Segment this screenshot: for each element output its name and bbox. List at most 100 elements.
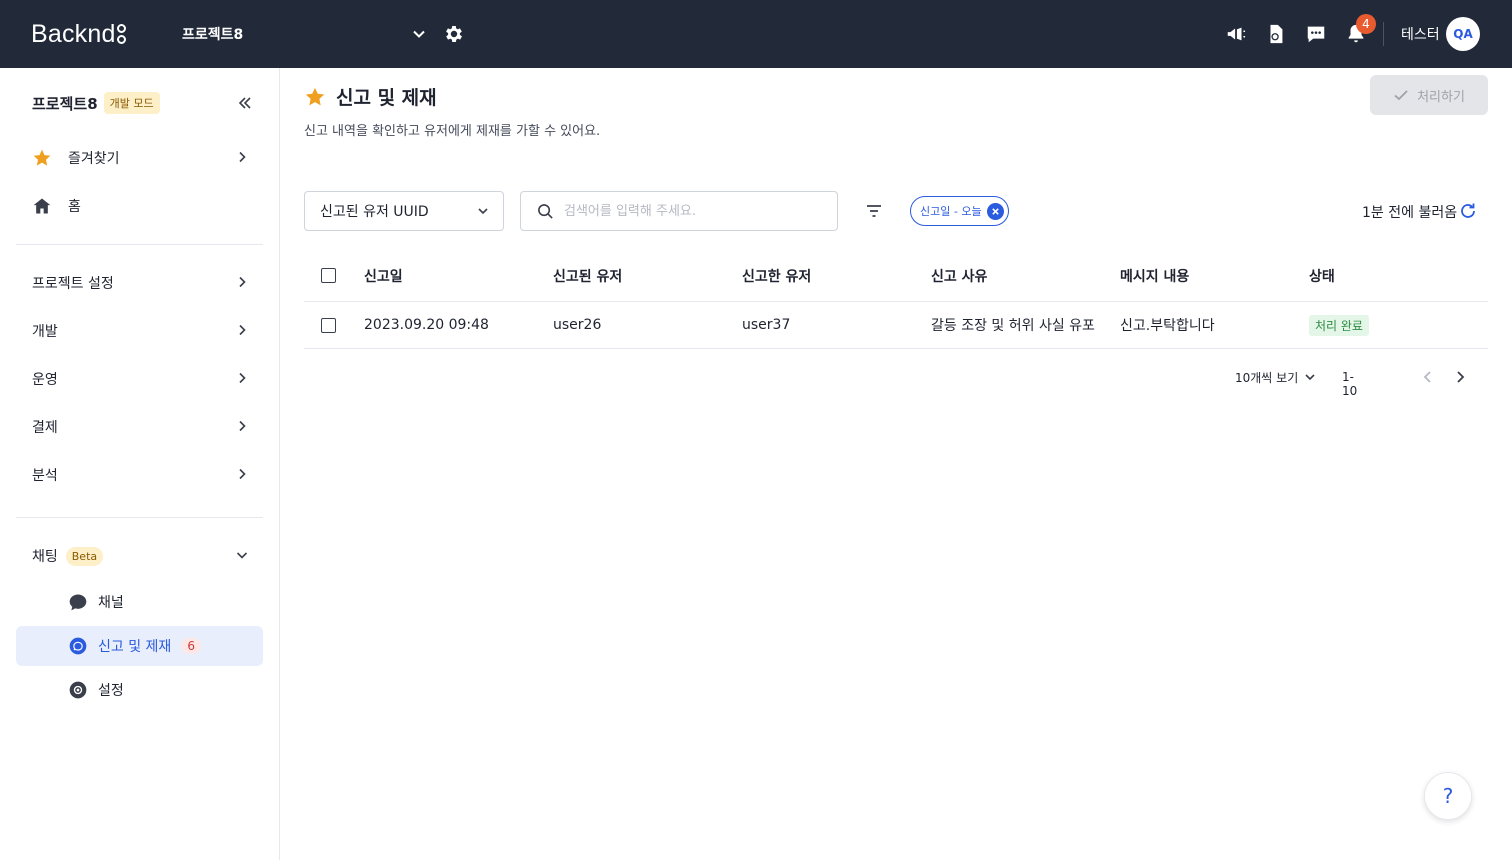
check-icon [1394,90,1408,101]
sidebar: 프로젝트8 개발 모드 즐겨찾기 홈 프로젝트 설정 개발 운영 결제 분석 채… [0,68,280,860]
sidebar-item-label: 설정 [98,683,124,699]
sidebar-divider [16,244,263,245]
per-page-label: 10개씩 보기 [1235,370,1299,385]
page-range: 1-10 [1342,370,1358,398]
sidebar-item-channel[interactable]: 채널 [16,582,263,622]
search-icon [538,203,553,219]
beta-badge: Beta [65,546,104,566]
top-bar: Backnd 프로젝트8 4 테스터 QA [0,0,1512,68]
pagination: 10개씩 보기 1-10 [1235,366,1465,398]
chevron-right-icon [239,151,246,163]
per-page-select[interactable]: 10개씩 보기 [1235,369,1316,386]
sidebar-item-development[interactable]: 개발 [16,311,263,351]
sidebar-item-reports[interactable]: 신고 및 제재 6 [16,626,263,666]
sidebar-item-label: 운영 [32,372,58,388]
project-name: 프로젝트8 [182,27,244,43]
sidebar-item-label: 채팅 [32,549,58,565]
sidebar-item-label: 프로젝트 설정 [32,276,114,292]
logo-mark-icon [116,24,126,44]
logo[interactable]: Backnd [31,20,126,48]
project-settings-gear-icon[interactable] [443,23,465,45]
status-badge: 처리 완료 [1309,314,1369,336]
chevron-right-icon [239,276,246,288]
sidebar-item-analytics[interactable]: 분석 [16,455,263,495]
report-chat-icon [68,636,88,656]
chevron-down-icon [236,552,248,559]
previous-page-icon[interactable] [1420,369,1436,385]
document-money-icon[interactable] [1265,23,1287,45]
refresh-icon[interactable] [1458,201,1478,221]
dev-mode-badge: 개발 모드 [103,92,160,114]
sidebar-header: 프로젝트8 개발 모드 [32,92,160,114]
top-divider [1383,22,1384,46]
column-header-status[interactable]: 상태 [1309,266,1488,286]
sidebar-item-label: 홈 [68,199,81,215]
cell-report-date: 2023.09.20 09:48 [364,317,489,333]
column-header-reported-user[interactable]: 신고된 유저 [553,266,742,286]
table-header-row: 신고일 신고된 유저 신고한 유저 신고 사유 메시지 내용 상태 [304,250,1488,302]
process-button-label: 처리하기 [1417,88,1465,104]
chat-bubble-icon [68,592,88,612]
sidebar-item-label: 신고 및 제재 [98,639,172,655]
search-box[interactable] [520,191,838,231]
reports-table: 신고일 신고된 유저 신고한 유저 신고 사유 메시지 내용 상태 2023.0… [304,250,1488,349]
sidebar-divider [16,517,263,518]
sidebar-item-payment[interactable]: 결제 [16,407,263,447]
sidebar-item-chat-settings[interactable]: 설정 [16,670,263,710]
last-loaded-text: 1분 전에 불러옴 [1362,205,1458,221]
search-column-select[interactable]: 신고된 유저 UUID [304,191,504,231]
notification-count-badge: 4 [1356,14,1376,34]
filter-icon[interactable] [864,201,884,221]
chevron-right-icon [239,324,246,336]
chevron-right-icon [239,468,246,480]
process-button[interactable]: 처리하기 [1370,75,1488,115]
cell-reporter: user37 [742,317,791,333]
favorite-star-icon[interactable] [304,86,326,108]
sidebar-item-chat[interactable]: 채팅 Beta [16,536,263,576]
chevron-down-icon [478,208,488,215]
logo-text: Backnd [31,19,116,48]
cell-message: 신고.부탁합니다 [1120,318,1215,334]
report-count-badge: 6 [181,638,201,654]
column-header-reporter[interactable]: 신고한 유저 [742,266,931,286]
select-all-cell [304,268,364,283]
chevron-down-icon [413,30,425,38]
project-selector[interactable]: 프로젝트8 [182,20,426,48]
chevron-right-icon [239,420,246,432]
sidebar-item-operations[interactable]: 운영 [16,359,263,399]
chat-bubble-icon[interactable] [1305,23,1327,45]
sidebar-item-label: 즐겨찾기 [68,151,120,167]
sidebar-item-home[interactable]: 홈 [16,186,263,226]
filter-chip-label: 신고일 - 오늘 [920,205,982,218]
sidebar-item-label: 채널 [98,595,124,611]
page-title-row: 신고 및 제재 [304,83,437,110]
sidebar-item-project-settings[interactable]: 프로젝트 설정 [16,263,263,303]
sidebar-item-favorites[interactable]: 즐겨찾기 [16,138,263,178]
collapse-sidebar-icon[interactable] [236,94,254,112]
avatar[interactable]: QA [1446,17,1480,51]
sidebar-project-title: 프로젝트8 [32,94,98,113]
column-header-report-date[interactable]: 신고일 [364,266,553,286]
filter-chip-report-date: 신고일 - 오늘 [910,196,1009,226]
remove-filter-button[interactable] [986,202,1004,220]
cell-reported-user: user26 [553,317,602,333]
megaphone-icon[interactable] [1225,23,1247,45]
chevron-right-icon [239,372,246,384]
page-title: 신고 및 제재 [336,87,437,109]
column-header-message[interactable]: 메시지 내용 [1120,266,1309,286]
table-row[interactable]: 2023.09.20 09:48 user26 user37 갈등 조장 및 허… [304,302,1488,349]
row-checkbox[interactable] [321,317,336,333]
page-description: 신고 내역을 확인하고 유저에게 제재를 가할 수 있어요. [304,124,601,139]
select-all-checkbox[interactable] [321,268,336,283]
chevron-down-icon [1305,374,1315,381]
gear-icon [68,680,88,700]
close-icon [991,207,999,215]
search-column-value: 신고된 유저 UUID [320,204,429,220]
sidebar-item-label: 결제 [32,420,58,436]
help-button[interactable]: ? [1424,772,1472,820]
user-name[interactable]: 테스터 [1401,24,1440,44]
search-input[interactable] [564,203,824,219]
column-header-reason[interactable]: 신고 사유 [931,266,1120,286]
next-page-icon[interactable] [1452,369,1468,385]
cell-status: 처리 완료 [1309,314,1488,336]
